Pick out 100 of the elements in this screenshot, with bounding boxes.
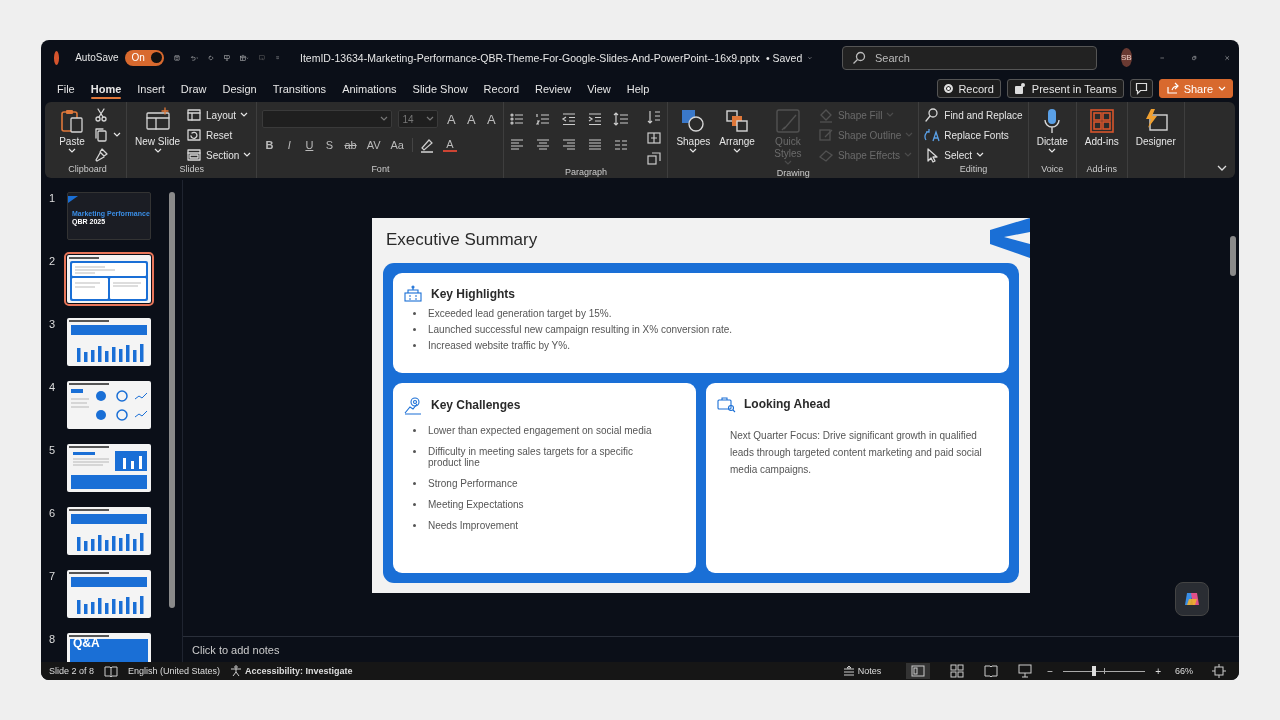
align-left-icon[interactable]: [509, 137, 526, 153]
menu-tab[interactable]: Transitions: [264, 77, 335, 100]
ribbon-button[interactable]: Select: [924, 146, 1023, 164]
bullets-icon[interactable]: [509, 111, 526, 127]
zoom-percent[interactable]: 66%: [1175, 666, 1193, 676]
menu-tab[interactable]: Insert: [129, 77, 173, 100]
slide-thumbnail[interactable]: Q&A: [67, 633, 151, 662]
zoom-slider[interactable]: [1063, 666, 1146, 676]
language-status[interactable]: English (United States): [128, 666, 221, 676]
corner-shape: [68, 196, 78, 203]
format-button[interactable]: ab: [342, 139, 359, 151]
comments-button[interactable]: [1129, 79, 1153, 98]
menu-tab[interactable]: Help: [618, 77, 658, 100]
increase-indent-icon[interactable]: [587, 111, 604, 127]
slide-thumbnail[interactable]: [67, 570, 151, 618]
slide-thumbnail[interactable]: [67, 381, 151, 429]
grow-font-button[interactable]: A: [444, 111, 459, 127]
ribbon-button[interactable]: [93, 126, 121, 144]
menu-tab[interactable]: View: [579, 77, 619, 100]
book-icon[interactable]: [104, 665, 119, 677]
slide-thumbnail[interactable]: [67, 318, 151, 366]
ribbon-button[interactable]: Paste: [54, 105, 90, 164]
group-label: Drawing: [775, 168, 811, 178]
ribbon-button[interactable]: Replace Fonts: [924, 126, 1023, 144]
ribbon-button[interactable]: Layout: [186, 106, 252, 124]
zoom-thumb[interactable]: [1092, 666, 1097, 676]
ribbon-button[interactable]: Arrange: [716, 105, 758, 168]
chevron-down-icon[interactable]: [1217, 164, 1227, 172]
group-label: Voice: [1040, 164, 1065, 176]
columns-icon[interactable]: [613, 137, 630, 153]
ribbon-button[interactable]: Reset: [186, 126, 252, 144]
justify-icon[interactable]: [587, 137, 604, 153]
menu-tab[interactable]: File: [49, 77, 83, 100]
fit-slide-icon[interactable]: [1212, 664, 1226, 678]
share-button[interactable]: Share: [1158, 79, 1233, 98]
font-size-field[interactable]: 14: [398, 110, 439, 128]
shrink-font-button[interactable]: A: [464, 111, 479, 127]
menu-tab[interactable]: Draw: [172, 77, 215, 100]
align-text-icon[interactable]: [646, 130, 663, 146]
search-field[interactable]: Search: [841, 45, 1097, 70]
menu-tab[interactable]: Slide Show: [404, 77, 476, 100]
pen-box-icon: [817, 127, 834, 143]
save-status[interactable]: • Saved: [765, 51, 803, 64]
format-button[interactable]: B: [262, 139, 277, 151]
zoom-out-button[interactable]: −: [1047, 665, 1054, 677]
text-direction-icon[interactable]: [646, 109, 663, 125]
slideshow-icon[interactable]: [1018, 664, 1033, 678]
present-in-teams-button[interactable]: Present in Teams: [1006, 79, 1124, 98]
ribbon-button[interactable]: Add-ins: [1081, 105, 1122, 164]
menu-tab[interactable]: Animations: [334, 77, 405, 100]
layout-icon: [186, 107, 203, 123]
ribbon-button[interactable]: Designer: [1132, 105, 1179, 178]
search-icon: [851, 50, 866, 65]
bullet-text: Difficulty in meeting sales targets for a specific product line: [428, 446, 634, 468]
caret-icon: [733, 148, 742, 154]
file-name: ItemID-13634-Marketing-Performance-QBR-Theme-For-Google-Slides-And-PowerPoint--16x9.pptx: [300, 51, 760, 64]
autosave-toggle[interactable]: On: [124, 49, 164, 66]
notes-button[interactable]: Notes: [842, 666, 882, 676]
bullet-dot: [413, 429, 416, 432]
format-button[interactable]: I: [282, 139, 297, 151]
menu-tab[interactable]: Review: [527, 77, 580, 100]
record-button[interactable]: Record: [937, 79, 1001, 98]
slide-thumbnail[interactable]: [67, 507, 151, 555]
ribbon-button[interactable]: New Slide: [132, 105, 184, 164]
smartart-icon[interactable]: [646, 151, 663, 167]
slide-sorter-icon[interactable]: [950, 664, 965, 678]
reading-view-icon[interactable]: [984, 664, 999, 678]
font-color-button[interactable]: A: [442, 138, 457, 152]
align-right-icon[interactable]: [561, 137, 578, 153]
bullet-text: Strong Performance: [428, 478, 518, 489]
slide-thumbnail[interactable]: [67, 255, 151, 303]
line-spacing-icon[interactable]: [613, 111, 630, 127]
menu-tab[interactable]: Record: [475, 77, 528, 100]
normal-view-icon[interactable]: [906, 663, 931, 679]
comment-icon: [1134, 82, 1148, 95]
clear-formatting-button[interactable]: A: [484, 111, 499, 127]
user-avatar[interactable]: SB: [1120, 48, 1132, 67]
copilot-button[interactable]: [1175, 582, 1209, 616]
format-button[interactable]: S: [322, 139, 337, 151]
card-heading: Key Highlights: [431, 287, 515, 301]
ribbon-button[interactable]: Shapes: [673, 105, 714, 168]
ribbon-button[interactable]: Section: [186, 146, 252, 164]
ribbon-button[interactable]: Find and Replace: [924, 106, 1023, 124]
font-name-field[interactable]: [262, 110, 393, 128]
ribbon-button[interactable]: Dictate: [1033, 105, 1071, 164]
format-button[interactable]: U: [302, 139, 317, 151]
thumbnail-title: Q&A: [73, 637, 100, 650]
format-button[interactable]: AV: [364, 139, 383, 151]
align-center-icon[interactable]: [535, 137, 552, 153]
menu-tab[interactable]: Home: [82, 77, 130, 100]
menu-tab[interactable]: Design: [214, 77, 265, 100]
format-button[interactable]: Aa: [388, 139, 406, 151]
caret-icon: [240, 112, 249, 118]
caret-icon: [113, 132, 121, 138]
numbering-icon[interactable]: [535, 111, 552, 127]
decrease-indent-icon[interactable]: [561, 111, 578, 127]
accessibility-status[interactable]: Accessibility: Investigate: [230, 665, 353, 677]
caret-icon: [68, 148, 76, 154]
slide-thumbnail[interactable]: [67, 444, 151, 492]
zoom-in-button[interactable]: +: [1155, 665, 1161, 677]
